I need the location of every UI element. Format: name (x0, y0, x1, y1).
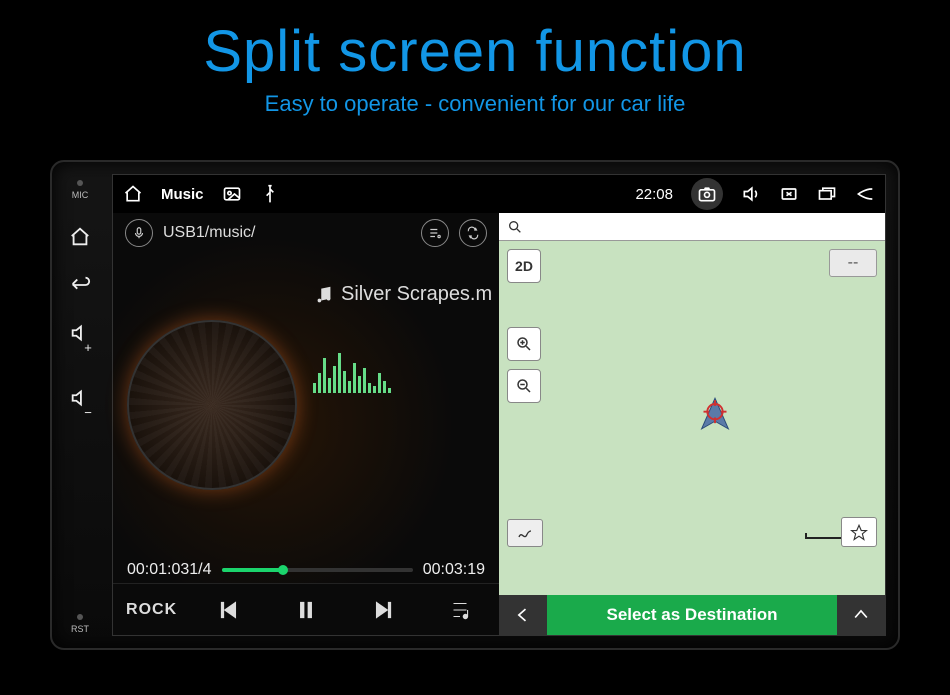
home-button[interactable] (69, 226, 91, 248)
speed-display: -- (829, 249, 877, 277)
nav-back-button[interactable] (499, 595, 547, 635)
hardware-button-panel: MIC + − RST (52, 162, 108, 648)
back-soft-button[interactable] (855, 184, 875, 204)
view-mode-button[interactable]: 2D (507, 249, 541, 283)
usb-icon (260, 184, 280, 204)
next-track-button[interactable] (363, 590, 403, 630)
favorite-button[interactable] (841, 517, 877, 547)
music-controls: ROCK (113, 583, 499, 635)
vehicle-marker (692, 393, 738, 444)
volume-down-button[interactable]: − (69, 387, 91, 426)
seek-bar[interactable] (222, 568, 413, 572)
clock: 22:08 (635, 186, 673, 203)
mic-indicator: MIC (72, 180, 89, 200)
device-frame: MIC + − RST Music (50, 160, 900, 650)
zoom-out-button[interactable] (507, 369, 541, 403)
music-body: Silver Scrapes.m (113, 253, 499, 557)
repeat-button[interactable] (459, 219, 487, 247)
music-path-bar: USB1/music/ (113, 213, 499, 253)
touchscreen: Music 22:08 (112, 174, 886, 636)
nav-search-bar[interactable] (499, 213, 885, 241)
track-title: Silver Scrapes.m (313, 283, 492, 306)
volume-icon[interactable] (741, 184, 761, 204)
search-icon (507, 219, 523, 235)
headline: Split screen function (0, 0, 950, 85)
image-icon[interactable] (222, 184, 242, 204)
reset-indicator: RST (71, 614, 89, 634)
route-button[interactable] (507, 519, 543, 547)
subheadline: Easy to operate - convenient for our car… (0, 91, 950, 117)
back-button[interactable] (69, 274, 91, 296)
elapsed-time: 00:01:03 (127, 561, 189, 579)
prev-track-button[interactable] (209, 590, 249, 630)
track-counter: 1/4 (189, 561, 211, 579)
screenshot-button[interactable] (691, 178, 723, 210)
nav-bottom-bar: Select as Destination (499, 595, 885, 635)
pause-button[interactable] (286, 590, 326, 630)
map-canvas[interactable]: 2D -- 2 (499, 241, 885, 595)
split-container: USB1/music/ Silver Scrapes.m (113, 213, 885, 635)
nav-expand-button[interactable] (837, 595, 885, 635)
recent-apps-icon[interactable] (817, 184, 837, 204)
queue-button[interactable] (440, 590, 480, 630)
status-bar: Music 22:08 (113, 175, 885, 213)
mic-icon[interactable] (125, 219, 153, 247)
album-art[interactable] (127, 320, 297, 490)
music-pane: USB1/music/ Silver Scrapes.m (113, 213, 499, 635)
eq-preset-button[interactable]: ROCK (132, 590, 172, 630)
navigation-pane: 2D -- 2 (499, 213, 885, 635)
music-path: USB1/music/ (163, 224, 255, 242)
app-title: Music (161, 186, 204, 203)
home-icon[interactable] (123, 184, 143, 204)
close-app-icon[interactable] (779, 184, 799, 204)
playlist-button[interactable] (421, 219, 449, 247)
select-destination-button[interactable]: Select as Destination (547, 595, 837, 635)
equalizer-visual (313, 343, 391, 393)
volume-up-button[interactable]: + (69, 322, 91, 361)
total-time: 00:03:19 (423, 561, 485, 579)
zoom-in-button[interactable] (507, 327, 541, 361)
